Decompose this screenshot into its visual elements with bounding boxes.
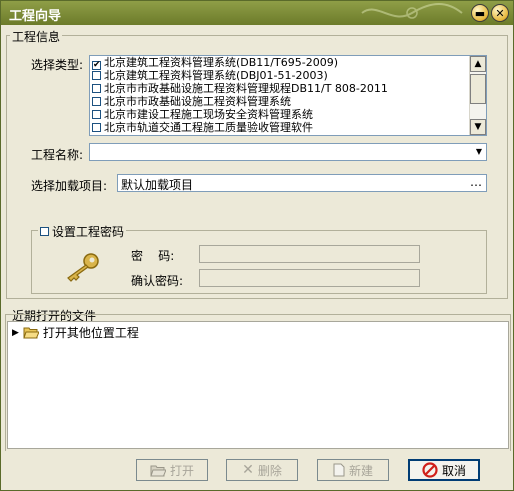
cancel-button[interactable]: 取消 [408,459,480,481]
list-item-label: 北京建筑工程资料管理系统(DBJ01-51-2003) [104,69,328,82]
project-info-group-label: 工程信息 [10,28,63,45]
cancel-icon [422,462,438,478]
delete-x-icon: ✕ [242,462,254,478]
key-icon [67,253,99,282]
project-name-combobox[interactable]: ▼ [89,143,487,161]
scroll-thumb[interactable] [470,74,486,104]
password-checkbox-row[interactable]: 设置工程密码 [38,223,127,240]
type-checkbox-1[interactable] [92,71,101,80]
arrow-down-icon: ▼ [474,122,482,132]
confirm-password-label: 确认密码: [131,274,184,288]
new-button[interactable]: 新建 [317,459,389,481]
open-button[interactable]: 打开 [136,459,208,481]
cancel-button-label: 取消 [441,463,466,478]
type-checkbox-5[interactable] [92,123,101,132]
list-item[interactable]: 北京市建设工程施工现场安全资料管理系统 [92,108,313,121]
expand-arrow-icon[interactable]: ▶ [12,328,19,338]
type-checkbox-3[interactable] [92,97,101,106]
load-project-value: 默认加载项目 [121,178,194,192]
minimize-icon: ▬ [474,6,486,20]
open-folder-icon [23,327,39,339]
title-bar[interactable]: 工程向导 ▬ ✕ [1,1,513,25]
recent-files-list[interactable]: ▶ 打开其他位置工程 [7,321,509,449]
list-item-label: 北京市市政基础设施工程资料管理规程DB11/T 808-2011 [104,82,388,95]
list-item[interactable]: 北京建筑工程资料管理系统(DBJ01-51-2003) [92,69,328,82]
load-project-field[interactable]: 默认加载项目 … [117,174,487,192]
window-title: 工程向导 [9,9,62,24]
browse-button[interactable]: … [470,175,482,189]
list-item[interactable]: ▶ 打开其他位置工程 [12,324,139,341]
list-scrollbar[interactable]: ▲ ▼ [469,56,486,135]
list-item-label: 北京市市政基础设施工程资料管理系统 [104,95,291,108]
new-document-icon [333,463,345,477]
delete-button[interactable]: ✕ 删除 [226,459,298,481]
open-button-label: 打开 [169,463,194,478]
scroll-up-button[interactable]: ▲ [470,56,486,72]
list-item-label: 北京市轨道交通工程施工质量验收管理软件 [104,121,313,134]
list-item-label: 打开其他位置工程 [42,326,139,340]
load-label: 选择加载项目: [31,179,108,193]
close-button[interactable]: ✕ [491,4,509,22]
type-label: 选择类型: [31,58,84,72]
delete-button-label: 删除 [257,463,282,478]
password-label: 密 码: [131,249,175,263]
arrow-up-icon: ▲ [474,59,482,69]
confirm-password-input[interactable] [199,269,420,287]
list-item[interactable]: 北京市市政基础设施工程资料管理规程DB11/T 808-2011 [92,82,388,95]
project-wizard-window: 工程向导 ▬ ✕ 工程信息 选择类型: ✔ 北京建筑工程资料管理系统(DB11/T… [0,0,514,491]
set-password-checkbox[interactable] [40,227,49,236]
list-item[interactable]: 北京市轨道交通工程施工质量验收管理软件 [92,121,313,134]
close-icon: ✕ [495,6,505,20]
type-checkbox-2[interactable] [92,84,101,93]
type-checkbox-4[interactable] [92,110,101,119]
list-item-label: 北京建筑工程资料管理系统(DB11/T695-2009) [104,56,338,69]
list-item-label: 北京市建设工程施工现场安全资料管理系统 [104,108,313,121]
title-ornament-icon [361,3,463,19]
name-label: 工程名称: [31,148,84,162]
open-folder-icon [150,465,166,476]
scroll-down-button[interactable]: ▼ [470,119,486,135]
new-button-label: 新建 [348,463,373,478]
list-item[interactable]: ✔ 北京建筑工程资料管理系统(DB11/T695-2009) [92,56,338,70]
list-item[interactable]: 北京市市政基础设施工程资料管理系统 [92,95,291,108]
dropdown-arrow-icon[interactable]: ▼ [474,147,484,157]
type-listbox[interactable]: ✔ 北京建筑工程资料管理系统(DB11/T695-2009) 北京建筑工程资料管理… [89,55,487,136]
minimize-button[interactable]: ▬ [471,4,489,22]
set-password-label: 设置工程密码 [52,225,125,239]
password-input[interactable] [199,245,420,263]
